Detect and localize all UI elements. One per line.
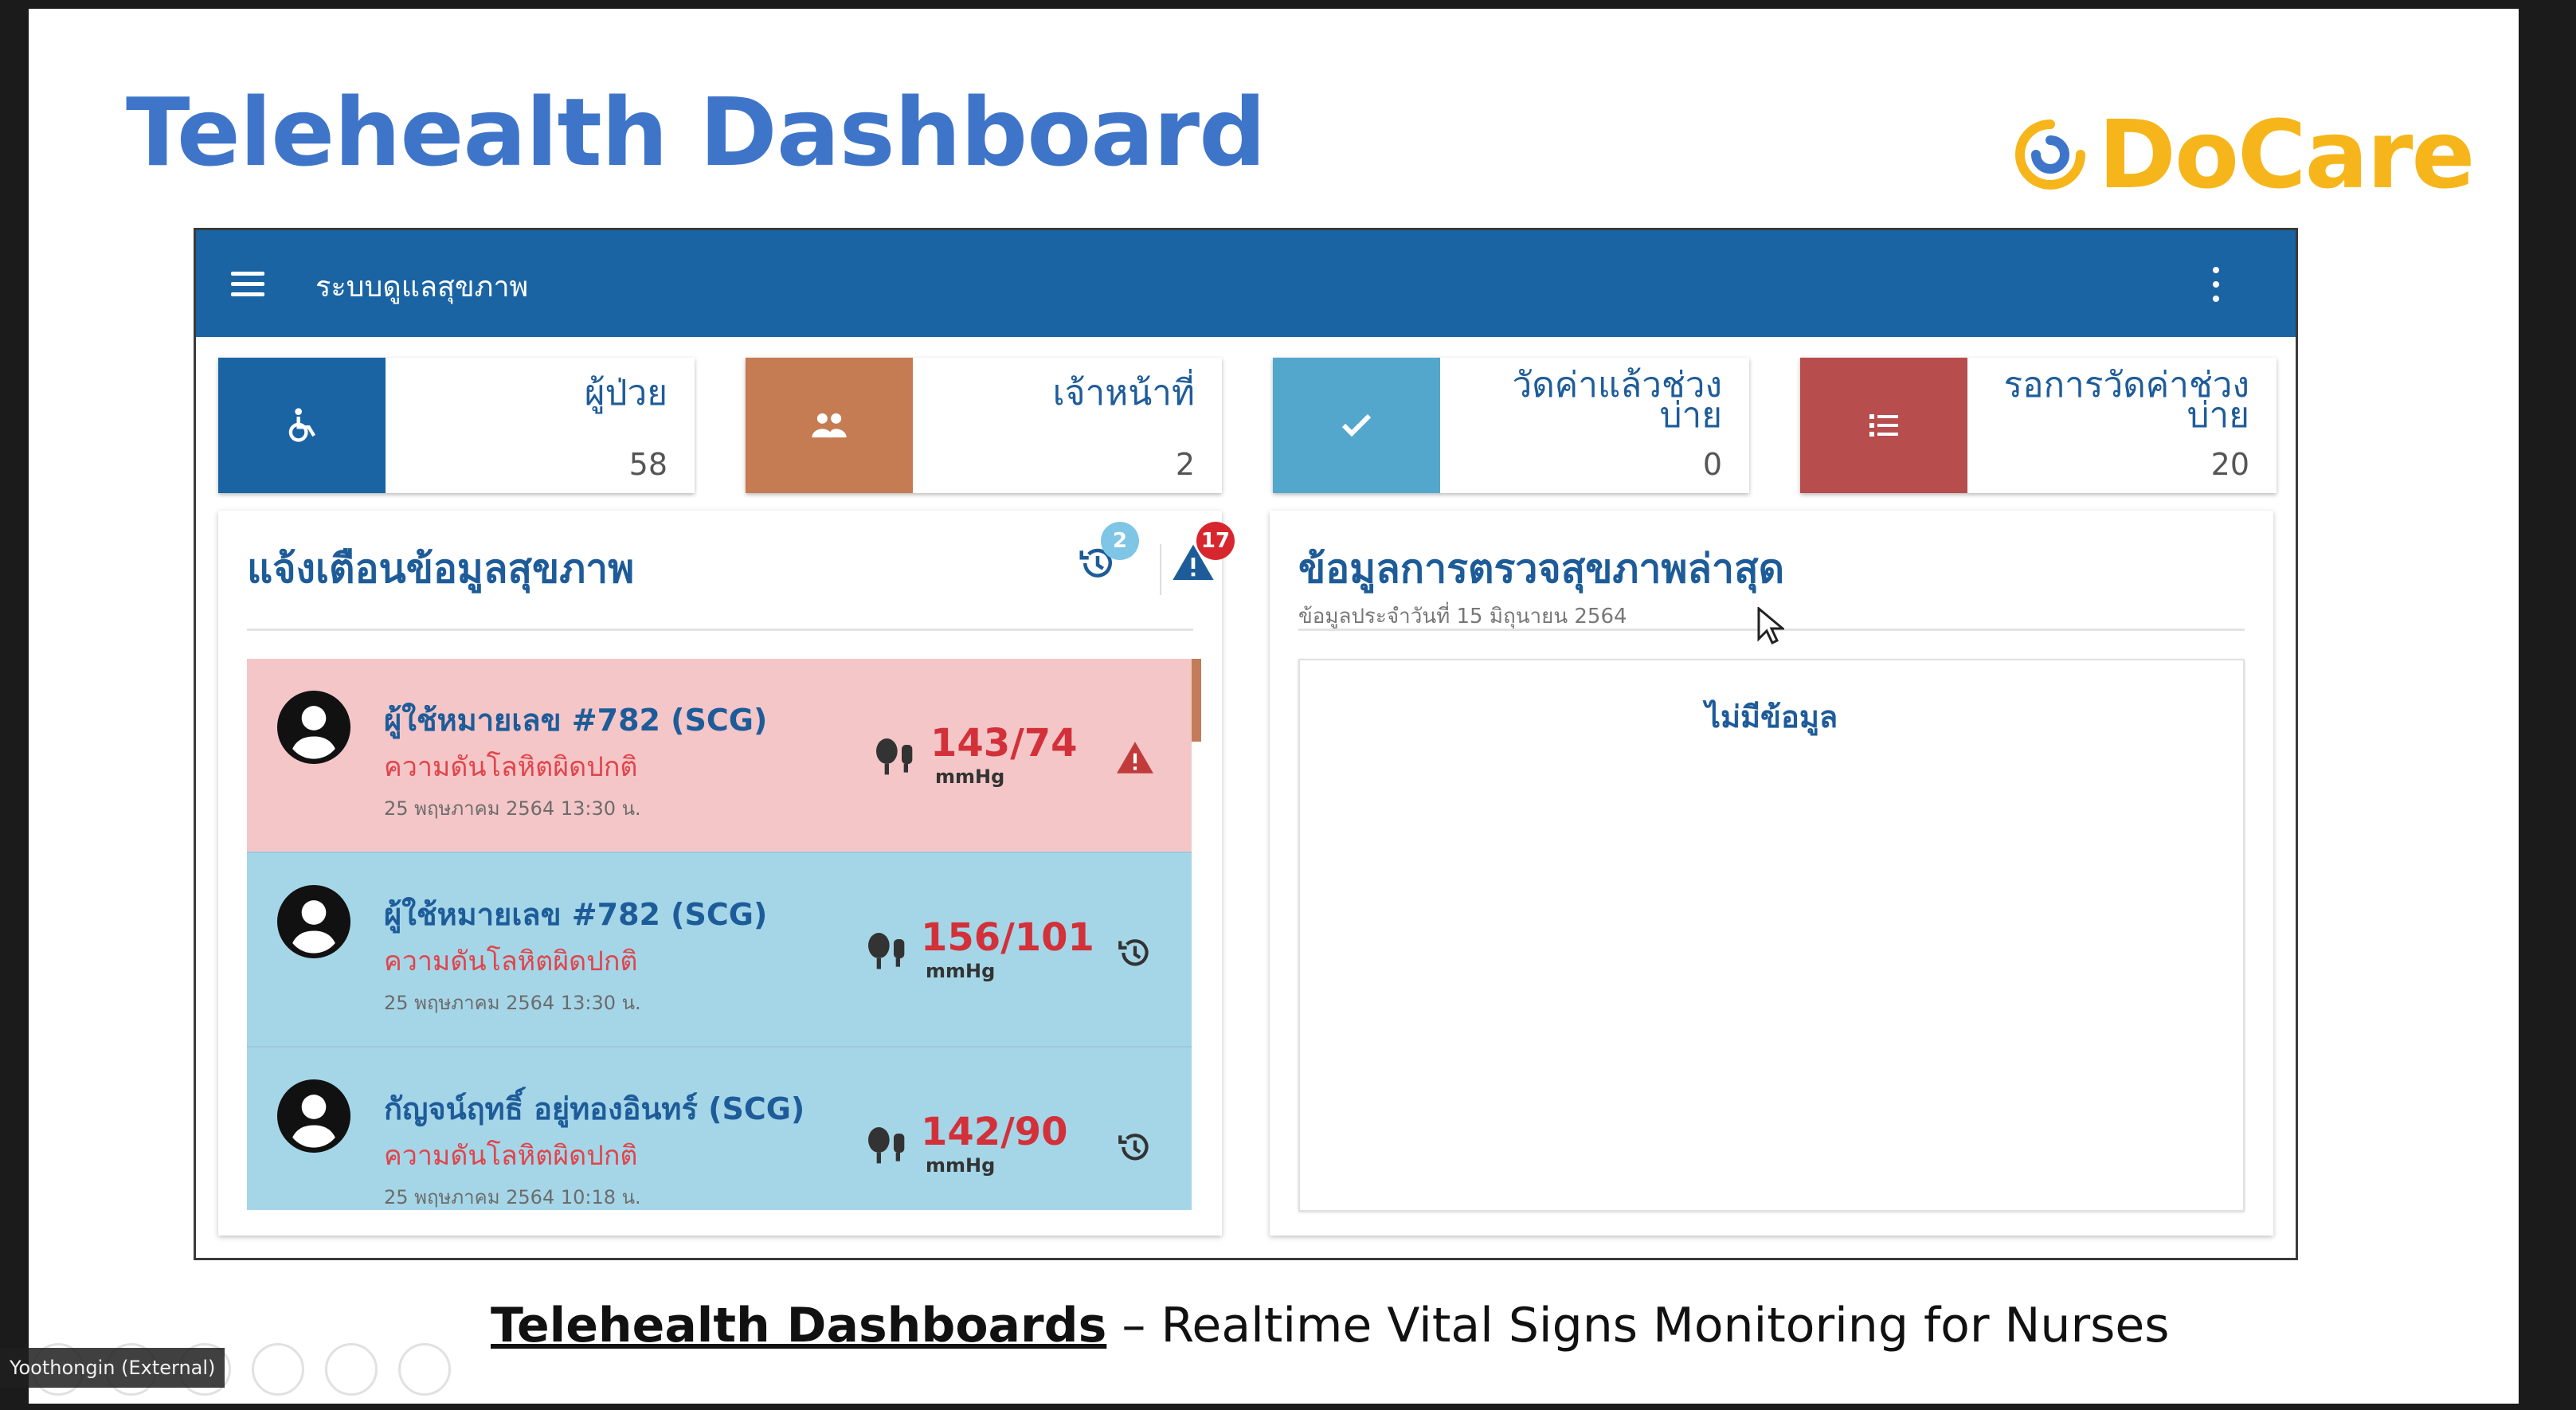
caption-bold: Telehealth Dashboards xyxy=(491,1298,1107,1353)
bp-unit: mmHg xyxy=(926,1154,996,1177)
app-title: ระบบดูแลสุขภาพ xyxy=(315,271,529,304)
scrollbar-thumb[interactable] xyxy=(1192,659,1201,742)
alert-status: ความดันโลหิตผิดปกติ xyxy=(384,1140,638,1172)
warning-filter-icon[interactable]: 17 xyxy=(1169,522,1235,587)
stat-count: 20 xyxy=(2210,447,2249,482)
panel-title: ข้อมูลการตรวจสุขภาพล่าสุด xyxy=(1298,546,1785,592)
panel-subtitle: ข้อมูลประจำวันที่ 15 มิถุนายน 2564 xyxy=(1298,605,1627,629)
slide-caption: Telehealth Dashboards – Realtime Vital S… xyxy=(491,1298,2170,1353)
warning-badge: 17 xyxy=(1196,522,1235,560)
alert-time: 25 พฤษภาคม 2564 13:30 น. xyxy=(384,992,641,1014)
stat-label: รอการวัดค่าช่วงบ่าย xyxy=(2003,365,2249,436)
panel-title: แจ้งเตือนข้อมูลสุขภาพ xyxy=(247,546,635,592)
hamburger-menu-icon[interactable] xyxy=(231,264,271,304)
bp-value: 143/74 xyxy=(930,721,1078,766)
health-alerts-panel: แจ้งเตือนข้อมูลสุขภาพ 2 17 ผู้ใช้หมายเลข… xyxy=(218,511,1235,1236)
people-icon xyxy=(746,358,913,493)
blood-pressure-icon xyxy=(868,933,905,969)
stat-count: 2 xyxy=(1175,447,1195,482)
alert-item[interactable]: ผู้ใช้หมายเลข #782 (SCG) ความดันโลหิตผิด… xyxy=(247,659,1192,853)
empty-state-text: ไม่มีข้อมูล xyxy=(1705,699,1838,734)
stat-card-pending-afternoon[interactable]: รอการวัดค่าช่วงบ่าย 20 xyxy=(1800,358,2277,493)
stat-count: 58 xyxy=(628,447,667,482)
participant-name-tag: Yoothongin (External) xyxy=(0,1348,225,1388)
brand-name: DoCare xyxy=(2098,100,2475,210)
stat-card-staff[interactable]: เจ้าหน้าที่ 2 xyxy=(746,358,1222,493)
user-avatar-icon xyxy=(277,1079,350,1153)
mouse-cursor-icon xyxy=(1757,607,1784,645)
alert-time: 25 พฤษภาคม 2564 13:30 น. xyxy=(384,797,641,820)
stat-label: ผู้ป่วย xyxy=(584,373,667,413)
search-icon[interactable] xyxy=(325,1343,378,1396)
slide-title: Telehealth Dashboard xyxy=(126,77,1266,187)
more-icon[interactable] xyxy=(398,1343,451,1396)
blood-pressure-icon xyxy=(876,738,913,775)
app-bar: ระบบดูแลสุขภาพ xyxy=(196,230,2296,337)
alert-item[interactable]: ผู้ใช้หมายเลข #782 (SCG) ความดันโลหิตผิด… xyxy=(247,853,1192,1048)
more-vert-icon[interactable] xyxy=(2208,267,2224,302)
history-icon[interactable] xyxy=(1115,1127,1155,1167)
patient-name: ผู้ใช้หมายเลข #782 (SCG) xyxy=(384,897,768,932)
bp-value: 156/101 xyxy=(921,915,1094,960)
warning-icon[interactable] xyxy=(1115,738,1155,778)
stat-count: 0 xyxy=(1702,447,1722,482)
dashboard-app: ระบบดูแลสุขภาพ ผู้ป่วย 58 เจ้าหน้าที่ 2 … xyxy=(194,228,2298,1260)
user-avatar-icon xyxy=(277,885,350,958)
wheelchair-icon xyxy=(218,358,386,493)
meeting-control-icon[interactable] xyxy=(252,1343,304,1396)
docare-logo-icon xyxy=(2015,119,2085,190)
stat-card-measured-afternoon[interactable]: วัดค่าแล้วช่วงบ่าย 0 xyxy=(1273,358,1749,493)
stat-card-patients[interactable]: ผู้ป่วย 58 xyxy=(218,358,695,493)
alert-list[interactable]: ผู้ใช้หมายเลข #782 (SCG) ความดันโลหิตผิด… xyxy=(247,659,1201,1210)
caption-rest: – Realtime Vital Signs Monitoring for Nu… xyxy=(1106,1298,2170,1353)
history-filter-icon[interactable]: 2 xyxy=(1074,522,1139,587)
blood-pressure-icon xyxy=(868,1127,905,1164)
empty-state-box: ไม่มีข้อมูล xyxy=(1298,659,2245,1212)
history-badge: 2 xyxy=(1101,522,1139,560)
alert-status: ความดันโลหิตผิดปกติ xyxy=(384,946,638,977)
user-avatar-icon xyxy=(277,691,350,764)
stat-label: วัดค่าแล้วช่วงบ่าย xyxy=(1512,365,1722,436)
history-icon[interactable] xyxy=(1115,933,1155,973)
list-icon xyxy=(1800,358,1967,493)
docare-logo: DoCare xyxy=(2012,100,2475,210)
stat-label: เจ้าหน้าที่ xyxy=(1052,373,1195,413)
alert-time: 25 พฤษภาคม 2564 10:18 น. xyxy=(384,1186,641,1208)
patient-name: กัญจน์ฤทธิ์ อยู่ทองอินทร์ (SCG) xyxy=(384,1091,805,1126)
bp-unit: mmHg xyxy=(926,960,996,982)
divider xyxy=(1160,544,1161,595)
check-icon xyxy=(1273,358,1440,493)
bp-unit: mmHg xyxy=(935,766,1005,788)
bp-value: 142/90 xyxy=(921,1110,1068,1154)
panel-divider xyxy=(247,629,1193,631)
alert-status: ความดันโลหิตผิดปกติ xyxy=(384,751,638,783)
alert-item[interactable]: กัญจน์ฤทธิ์ อยู่ทองอินทร์ (SCG) ความดันโ… xyxy=(247,1048,1192,1210)
patient-name: ผู้ใช้หมายเลข #782 (SCG) xyxy=(384,703,768,738)
